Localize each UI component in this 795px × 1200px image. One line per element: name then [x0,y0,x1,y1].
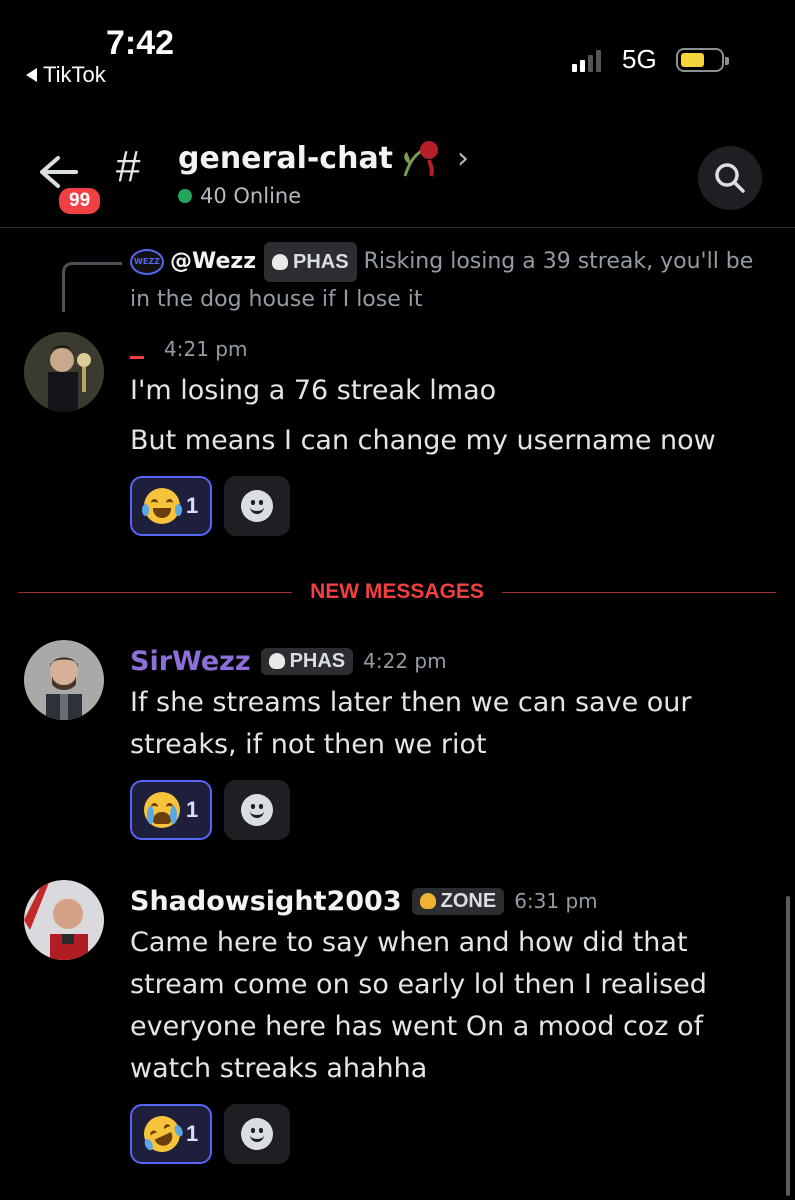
message-time: 6:31 pm [514,889,598,913]
reaction-button[interactable]: 1 [130,476,213,536]
online-dot-icon [178,189,192,203]
message-text: Came here to say when and how did that s… [130,927,707,1084]
message-time: 4:21 pm [164,337,248,361]
online-count: 40 Online [178,184,301,208]
back-triangle-icon [26,68,37,82]
add-reaction-button[interactable] [224,476,291,536]
search-icon [715,163,745,193]
smile-icon [241,490,274,522]
channel-name: general-chat [178,140,394,176]
online-label: 40 Online [200,184,302,208]
avatar[interactable] [24,640,104,720]
reply-tag: PHAS [264,242,357,282]
username-marker[interactable] [130,355,144,359]
reply-username: @Wezz [170,249,257,274]
hash-icon: # [116,142,141,191]
scrollbar[interactable] [786,896,790,1196]
user-tag: ZONE [411,887,505,915]
battery-icon [676,48,729,72]
reaction-button[interactable]: 1 [130,780,213,840]
message-text: I'm losing a 76 streak lmao But means I … [130,375,716,456]
search-button[interactable] [698,146,762,210]
back-app-label: TikTok [43,62,106,87]
reactions: 1 [130,1104,770,1164]
battery-fill [681,53,704,67]
skull-icon [419,893,436,909]
add-reaction-button[interactable] [224,780,291,840]
smile-icon [241,794,274,826]
username[interactable]: SirWezz [130,646,251,677]
user-tag: PHAS [260,647,354,675]
reaction-button[interactable]: 1 [130,1104,213,1164]
avatar[interactable] [24,880,104,960]
new-messages-divider: NEW MESSAGES [18,578,777,606]
wilted-rose-icon [403,141,439,177]
status-time: 7:42 [106,24,175,62]
message-time: 4:22 pm [363,649,447,673]
channel-title[interactable]: general-chat › [178,138,469,178]
channel-header: 99 # general-chat › 40 Online [0,130,795,228]
unread-badge: 99 [56,185,104,217]
back-to-app-link[interactable]: TikTok [26,62,106,88]
reply-avatar: WEZZ [130,249,164,275]
skull-icon [268,653,285,669]
sob-emoji-icon [144,792,180,828]
chevron-right-icon: › [457,140,470,176]
skull-icon [272,254,289,270]
username[interactable]: Shadowsight2003 [130,886,402,917]
reactions: 1 [130,780,770,840]
reply-connector [62,262,122,312]
message-text: If she streams later then we can save ou… [130,687,692,760]
reactions: 1 [130,476,770,536]
smile-icon [241,1118,274,1150]
add-reaction-button[interactable] [224,1104,291,1164]
avatar[interactable] [24,332,104,412]
reply-reference[interactable]: WEZZ @Wezz PHAS Risking losing a 39 streak… [130,242,770,318]
network-type: 5G [622,44,657,74]
status-bar: 7:42 TikTok 5G [0,0,795,100]
signal-icon [572,50,601,72]
joy-emoji-icon [142,488,182,524]
rofl-emoji-icon [138,1110,186,1158]
